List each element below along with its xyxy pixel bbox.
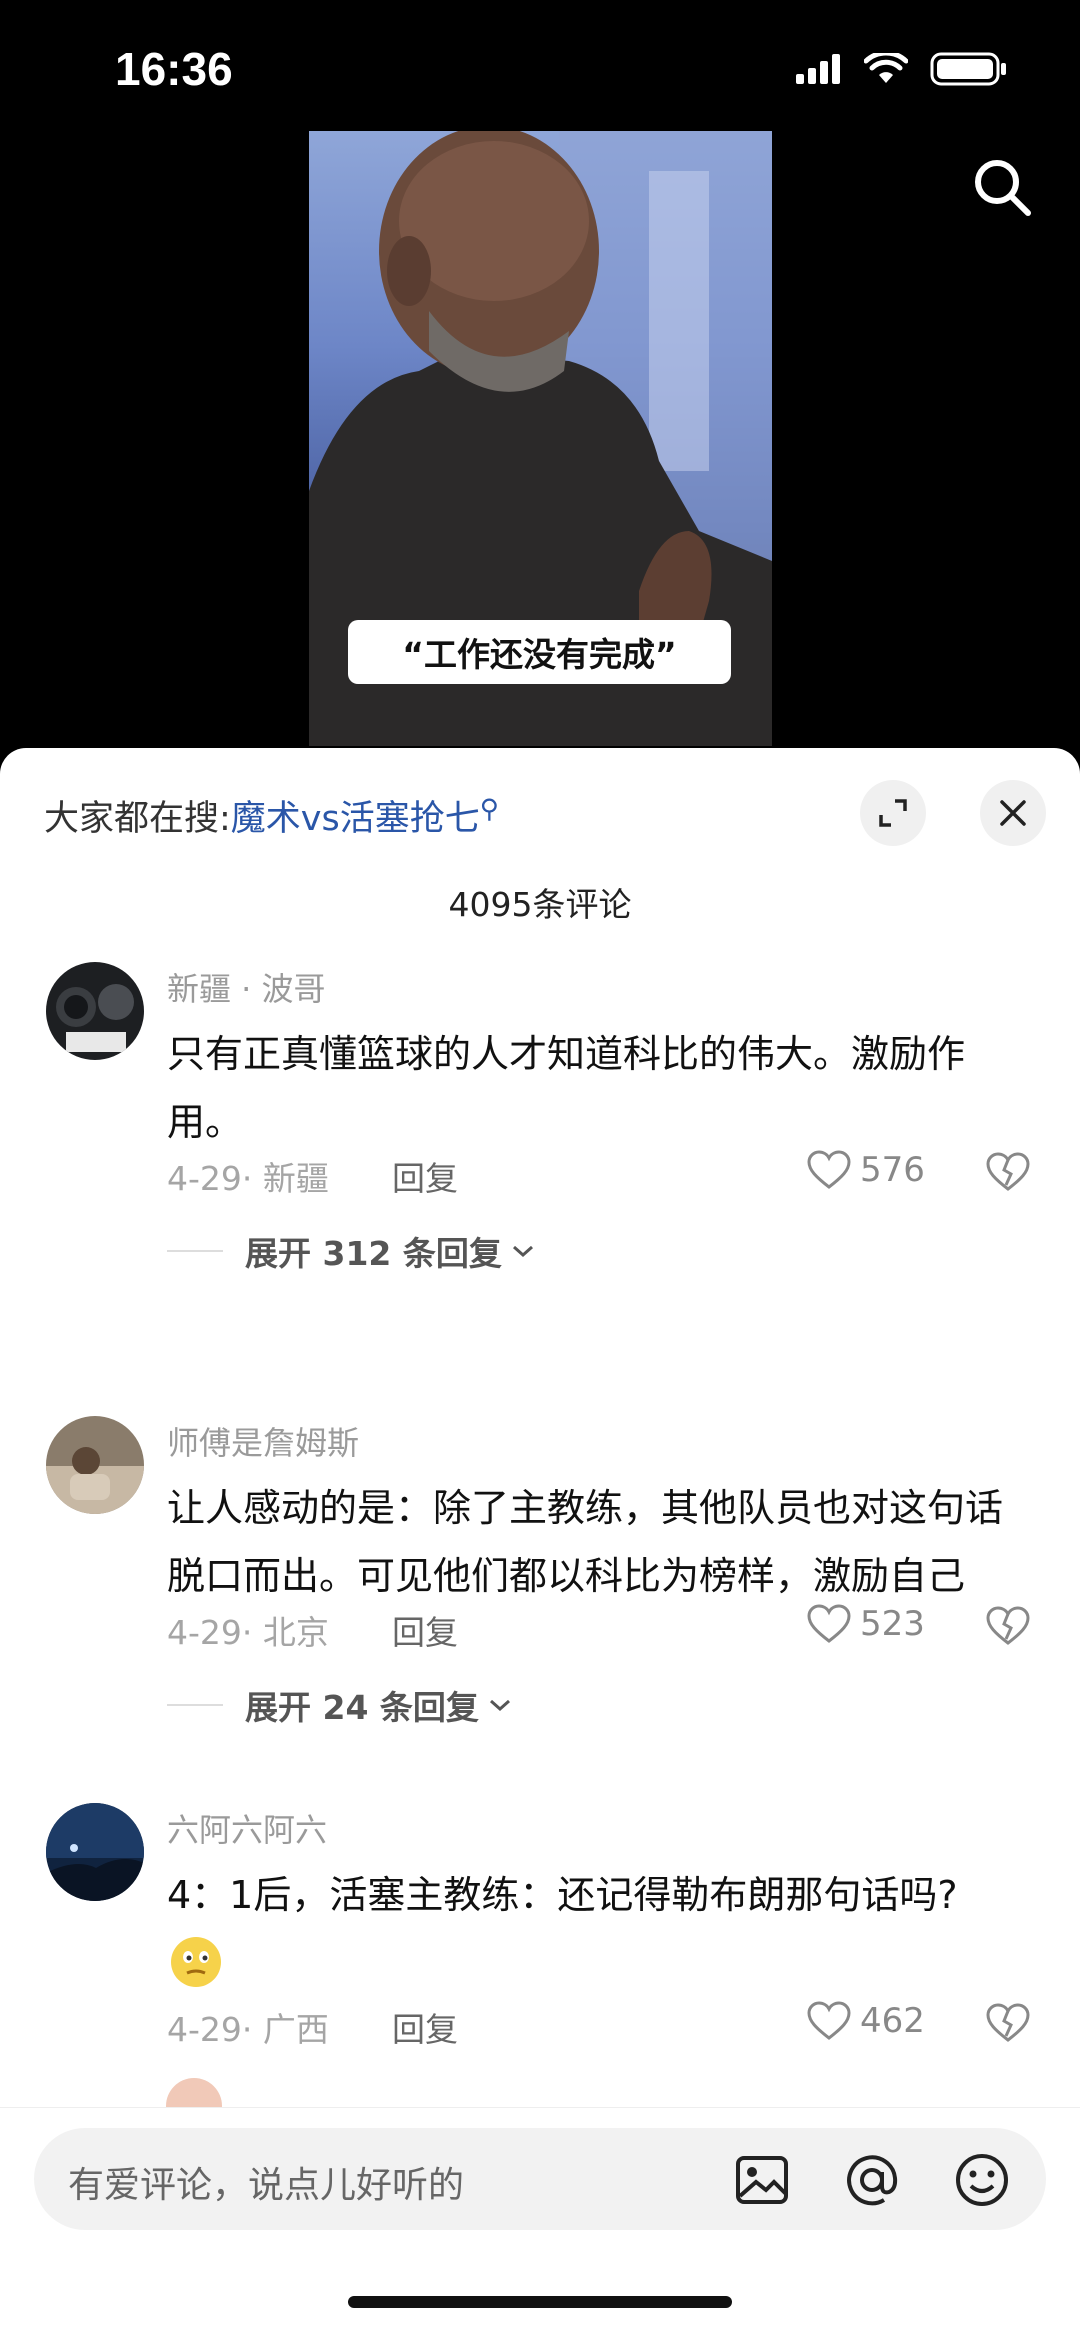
status-bar: 16:36 [0,0,1080,140]
hot-search[interactable]: 大家都在搜:魔术vs活塞抢七⚲ [44,790,499,841]
expand-replies-label: 展开 312 条回复 [245,1234,502,1273]
chevron-down-icon [489,1699,510,1712]
like-count: 576 [860,1150,925,1190]
comment-sheet: 大家都在搜:魔术vs活塞抢七⚲ 4095条评论 新疆 · 波哥 只有正真懂篮球的… [0,748,1080,2337]
status-icons [796,52,1008,86]
avatar-image [46,1416,144,1514]
expand-replies-label: 展开 24 条回复 [245,1688,479,1727]
at-icon[interactable] [842,2150,902,2210]
heart-icon [807,2001,851,2040]
image-icon[interactable] [732,2150,792,2210]
wifi-icon [864,53,908,83]
avatar-image [46,962,144,1060]
chevron-down-icon [512,1245,533,1258]
video-caption: “工作还没有完成” [348,620,731,684]
screen: 16:36 “工作还没有完成” 大家都在搜:魔术vs活塞抢七⚲ 4095条评论 … [0,0,1080,2337]
dislike-button[interactable] [985,1151,1031,1197]
dislike-button[interactable] [985,1605,1031,1651]
dislike-icon [986,1606,1030,1645]
like-button[interactable]: 576 [806,1149,925,1191]
comment-meta: 4-29· 新疆 [167,1159,329,1198]
dislike-icon [986,1152,1030,1191]
avatar[interactable] [46,1803,144,1901]
hot-search-prefix: 大家都在搜: [44,799,231,839]
comment-author[interactable]: 新疆 · 波哥 [167,964,326,1010]
like-button[interactable]: 462 [806,2000,925,2042]
comment-input[interactable]: 有爱评论，说点儿好听的 [34,2128,1046,2230]
reply-button[interactable]: 回复 [392,1152,458,1200]
divider-line [167,1250,223,1252]
comment-input-bar: 有爱评论，说点儿好听的 [0,2107,1080,2337]
video-player[interactable]: “工作还没有完成” [309,131,772,746]
hot-search-query[interactable]: 魔术vs活塞抢七 [231,799,480,839]
comment-author[interactable]: 六阿六阿六 [167,1805,327,1851]
like-count: 462 [860,2001,925,2041]
divider-line [167,1704,223,1706]
hot-search-icon: ⚲ [479,794,499,825]
reply-button[interactable]: 回复 [392,1606,458,1654]
dislike-icon [986,2003,1030,2042]
comment-meta: 4-29· 广西 [167,2010,329,2049]
close-button[interactable] [980,780,1046,846]
heart-icon [807,1604,851,1643]
thinking-emoji-icon [171,1937,221,1987]
status-time: 16:36 [115,43,233,95]
comment-item: 新疆 · 波哥 只有正真懂篮球的人才知道科比的伟大。激励作用。 4-29· 新疆… [0,962,1080,1422]
expand-replies[interactable]: 展开 312 条回复 [167,1227,536,1275]
search-icon[interactable] [970,155,1034,219]
avatar[interactable] [46,962,144,1060]
home-indicator [348,2296,732,2308]
expand-icon [879,799,907,827]
signal-icon [796,54,840,84]
dislike-button[interactable] [985,2002,1031,2048]
avatar[interactable] [46,1416,144,1514]
close-icon [1000,800,1026,826]
comment-input-placeholder: 有爱评论，说点儿好听的 [68,2165,465,2206]
comment-author[interactable]: 师傅是詹姆斯 [167,1418,359,1464]
battery-icon [930,52,1006,86]
avatar-image [46,1803,144,1901]
heart-icon [807,1150,851,1189]
comment-count: 4095条评论 [448,885,632,924]
comment-meta: 4-29· 北京 [167,1613,329,1652]
comment-text: 只有正真懂篮球的人才知道科比的伟大。激励作用。 [167,1032,966,1144]
like-button[interactable]: 523 [806,1603,925,1645]
reply-button[interactable]: 回复 [392,2003,458,2051]
expand-replies[interactable]: 展开 24 条回复 [167,1681,513,1729]
like-count: 523 [860,1604,925,1644]
comment-text: 4：1后，活塞主教练：还记得勒布朗那句话吗? [167,1873,958,1917]
emoji-icon[interactable] [952,2150,1012,2210]
expand-button[interactable] [860,780,926,846]
comment-text: 让人感动的是：除了主教练，其他队员也对这句话脱口而出。可见他们都以科比为榜样，激… [167,1486,1004,1598]
